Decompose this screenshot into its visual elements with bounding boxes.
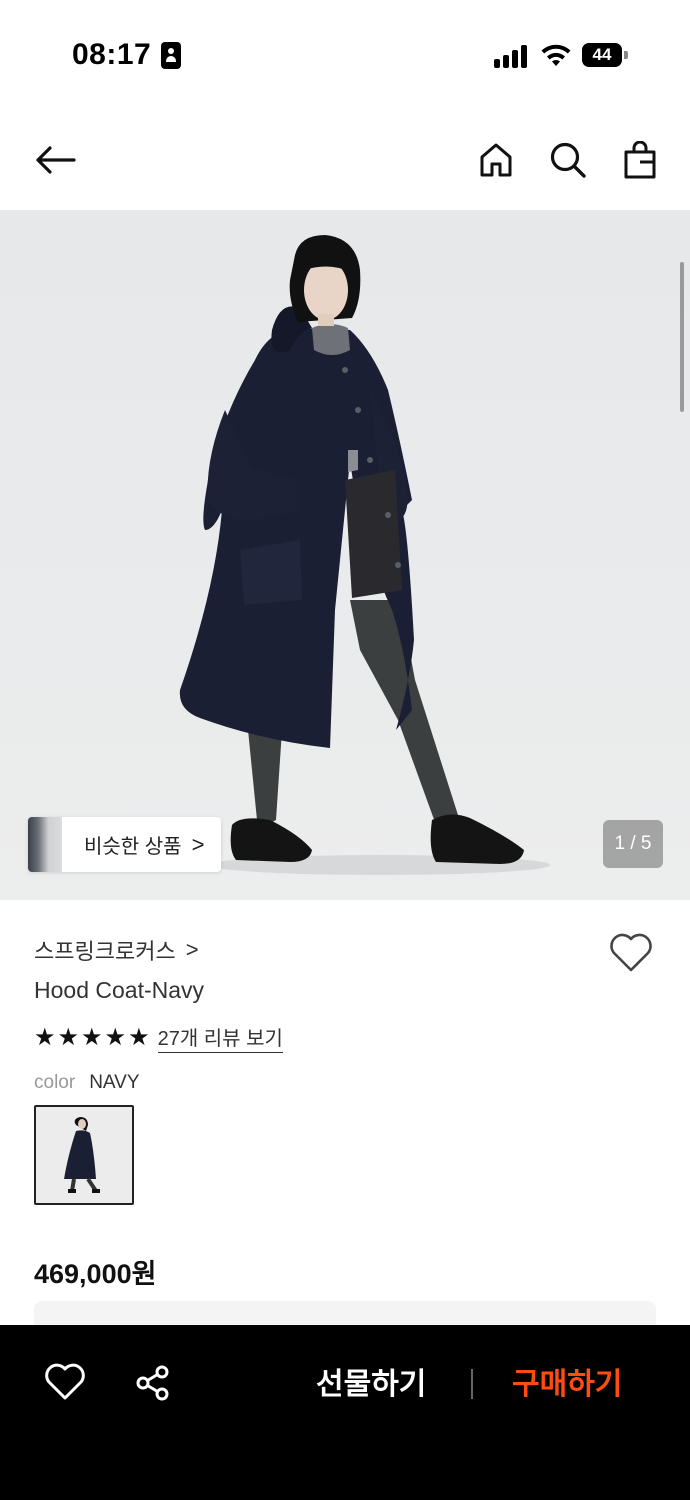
divider: [471, 1369, 473, 1399]
share-button[interactable]: [133, 1363, 177, 1407]
cellular-signal-icon: [494, 44, 530, 68]
similar-products-button[interactable]: 비슷한 상품 >: [28, 817, 221, 872]
status-bar: 08:17 44: [0, 0, 690, 110]
home-button[interactable]: [474, 138, 518, 182]
product-image-gallery[interactable]: [0, 210, 690, 900]
person-badge-icon: [161, 42, 181, 69]
search-button[interactable]: [546, 138, 590, 182]
status-time: 08:17: [72, 38, 152, 71]
similar-products-label: 비슷한 상품: [84, 836, 182, 858]
heart-icon: [45, 1363, 85, 1400]
star-icon: ★: [81, 1023, 103, 1051]
star-icon: ★: [34, 1023, 56, 1051]
rating-stars: ★ ★ ★ ★ ★: [34, 1023, 150, 1051]
wifi-icon: [541, 44, 571, 66]
color-row: color NAVY: [34, 1072, 140, 1094]
bottom-action-bar: 선물하기 구매하기: [0, 1325, 690, 1500]
swatch-thumbnail: [36, 1107, 132, 1203]
chevron-right-icon: >: [191, 831, 205, 857]
back-button[interactable]: [33, 138, 77, 182]
share-icon: [136, 1365, 169, 1401]
similar-product-thumbnail: [28, 817, 62, 872]
color-value: NAVY: [89, 1072, 140, 1093]
product-name: Hood Coat-Navy: [34, 977, 205, 1003]
chevron-right-icon: >: [185, 937, 199, 962]
heart-icon: [610, 933, 652, 972]
product-price: 469,000원: [34, 1259, 157, 1289]
battery-icon: 44: [582, 43, 628, 67]
star-icon: ★: [128, 1023, 150, 1051]
brand-name: 스프링크로커스: [34, 939, 176, 964]
brand-link[interactable]: 스프링크로커스 >: [34, 934, 199, 966]
cart-button[interactable]: [618, 138, 662, 182]
battery-level: 44: [592, 45, 612, 64]
rating-row: ★ ★ ★ ★ ★ 27개 리뷰 보기: [34, 1022, 283, 1053]
color-label: color: [34, 1072, 76, 1093]
gift-button[interactable]: 선물하기: [316, 1363, 426, 1407]
wishlist-button[interactable]: [608, 933, 656, 977]
product-photo: [0, 210, 690, 900]
home-icon: [480, 143, 512, 177]
reviews-link[interactable]: 27개 리뷰 보기: [157, 1022, 283, 1053]
star-icon: ★: [57, 1023, 80, 1051]
gallery-page-indicator: 1 / 5: [603, 820, 663, 868]
top-nav-bar: [0, 110, 690, 210]
star-icon: ★: [104, 1023, 127, 1051]
buy-button[interactable]: 구매하기: [512, 1363, 622, 1407]
gallery-scrollbar[interactable]: [680, 262, 684, 412]
search-icon: [550, 142, 586, 178]
color-swatch-navy[interactable]: [34, 1105, 134, 1205]
arrow-left-icon: [36, 146, 76, 174]
shopping-bag-icon: [624, 141, 656, 179]
bottom-wishlist-button[interactable]: [44, 1363, 88, 1407]
